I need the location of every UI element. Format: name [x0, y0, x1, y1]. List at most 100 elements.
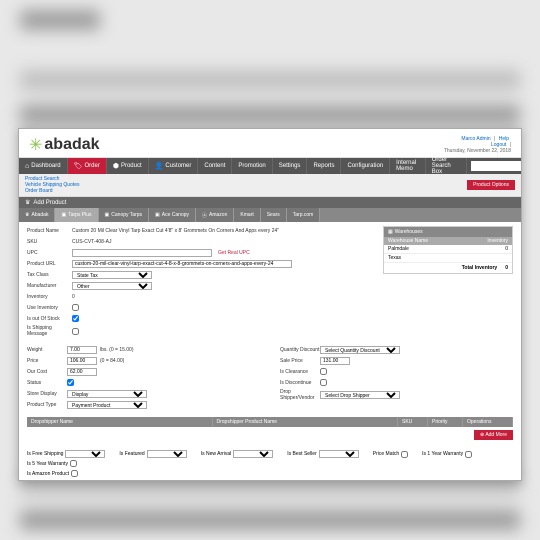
nav-configuration[interactable]: Configuration	[341, 158, 390, 174]
featured-label: Is Featured	[119, 451, 144, 457]
tab-ace-canopy[interactable]: ▣Ace Canopy	[149, 208, 196, 222]
crown-icon: ♛	[25, 199, 30, 206]
mfr-label: Manufacturer	[27, 283, 72, 289]
producttype-select[interactable]: Payment Product	[67, 401, 147, 409]
use-inventory-label: Use Inventory	[27, 305, 72, 311]
pricematch-checkbox[interactable]	[401, 451, 408, 458]
ds-head-product: Dropshipper Product Name	[213, 417, 399, 427]
shipmsg-label: Is Shipping Message	[27, 325, 72, 337]
discontinue-label: Is Discontinue	[280, 380, 320, 386]
order-search-input[interactable]	[471, 161, 521, 171]
store-icon: ▣	[61, 212, 66, 218]
saleprice-input[interactable]	[320, 357, 350, 365]
section-header: ♛ Add Product	[19, 197, 521, 208]
logo-icon: ✳	[29, 135, 42, 155]
nav-product[interactable]: ⬢Product	[107, 158, 149, 174]
main-nav: ⌂Dashboard 🏷Order ⬢Product 👤Customer Con…	[19, 158, 521, 174]
bestseller-select[interactable]	[319, 450, 359, 458]
nav-dashboard[interactable]: ⌂Dashboard	[19, 158, 68, 174]
store-tabs: ♛Abadak ▣Tarps Plus ▣Canopy Tarps ▣Ace C…	[19, 208, 521, 222]
user-icon: 👤	[155, 162, 164, 170]
freeship-label: Is Free Shipping	[27, 451, 63, 457]
mfr-select[interactable]: Other	[72, 282, 152, 290]
breadcrumb: Product Search Vehicle Shipping Quotes O…	[25, 176, 79, 194]
tax-label: Tax Class	[27, 272, 72, 278]
store-icon: ▣	[105, 212, 110, 218]
upc-input[interactable]	[72, 249, 212, 257]
use-inventory-checkbox[interactable]	[72, 304, 79, 311]
status-checkbox[interactable]	[67, 379, 74, 386]
tab-sears[interactable]: Sears	[261, 208, 287, 222]
price-input[interactable]	[67, 357, 97, 365]
product-name-label: Product Name	[27, 228, 72, 234]
dropshipper-select[interactable]: Select Drop Shipper	[320, 391, 400, 399]
tab-tarps-plus[interactable]: ▣Tarps Plus	[55, 208, 98, 222]
producttype-label: Product Type	[27, 402, 67, 408]
newarrival-label: Is New Arrival	[201, 451, 232, 457]
ds-head-ops: Operations	[463, 417, 513, 427]
amazon-icon: ⓐ	[202, 212, 207, 219]
tab-canopy-tarps[interactable]: ▣Canopy Tarps	[99, 208, 150, 222]
tab-tarp-com[interactable]: Tarp.com	[287, 208, 321, 222]
header-meta: Marco Admin | Help Logout | Thursday, No…	[444, 136, 511, 154]
box-icon: ⬢	[113, 162, 119, 170]
wh-row-palmdale: Palmdale0	[384, 245, 512, 254]
form-pricing: Weightlbs. (0 = 15.00) Price(0 = 84.00) …	[19, 343, 521, 413]
wh-row-texas: Texas	[384, 254, 512, 263]
newarrival-select[interactable]	[233, 450, 273, 458]
header: ✳ abadak Marco Admin | Help Logout | Thu…	[19, 129, 521, 158]
product-options-button[interactable]: Product Options	[467, 180, 515, 190]
bestseller-label: Is Best Seller	[287, 451, 316, 457]
weight-label: Weight	[27, 347, 67, 353]
tab-amazon[interactable]: ⓐAmazon	[196, 208, 234, 222]
qtydisc-select[interactable]: Select Quantity Discount	[320, 346, 400, 354]
discontinue-checkbox[interactable]	[320, 379, 327, 386]
wh-total-value: 0	[505, 265, 508, 271]
freeship-select[interactable]	[65, 450, 105, 458]
dropshipper-table: Dropshipper Name Dropshipper Product Nam…	[27, 417, 513, 443]
nav-promotion[interactable]: Promotion	[232, 158, 272, 174]
crown-icon: ♛	[25, 212, 29, 218]
add-more-button[interactable]: ⊕ Add More	[474, 430, 513, 440]
nav-content[interactable]: Content	[198, 158, 232, 174]
featured-select[interactable]	[147, 450, 187, 458]
upc-label: UPC	[27, 250, 72, 256]
cost-input[interactable]	[67, 368, 97, 376]
tax-select[interactable]: State Tax	[72, 271, 152, 279]
get-upc-link[interactable]: Get Real UPC	[218, 250, 250, 256]
nav-customer[interactable]: 👤Customer	[149, 158, 199, 174]
ds-head-sku: SKU	[398, 417, 428, 427]
crumb-order-board[interactable]: Order Board	[25, 188, 53, 194]
inventory-value: 0	[72, 294, 75, 300]
weight-input[interactable]	[67, 346, 97, 354]
nav-reports[interactable]: Reports	[307, 158, 341, 174]
tab-abadak[interactable]: ♛Abadak	[19, 208, 55, 222]
warehouse-icon: ▦	[388, 229, 393, 235]
tag-icon: 🏷	[74, 162, 83, 170]
oos-checkbox[interactable]	[72, 315, 79, 322]
nav-order[interactable]: 🏷Order	[68, 158, 107, 174]
storedisplay-select[interactable]: Display	[67, 390, 147, 398]
saleprice-label: Sale Price	[280, 358, 320, 364]
tab-kmart[interactable]: Kmart	[234, 208, 260, 222]
wh-name-header: Warehouse Name	[384, 237, 472, 245]
warehouses-panel: ▦Warehouses Warehouse NameInventory Palm…	[383, 226, 513, 274]
breadcrumb-bar: Product Search Vehicle Shipping Quotes O…	[19, 174, 521, 197]
url-input[interactable]	[72, 260, 292, 268]
warranty5-checkbox[interactable]	[70, 460, 77, 467]
amazonprod-checkbox[interactable]	[71, 470, 78, 477]
warranty1-checkbox[interactable]	[465, 451, 472, 458]
clearance-checkbox[interactable]	[320, 368, 327, 375]
status-label: Status	[27, 380, 67, 386]
user-link[interactable]: Marco Admin	[461, 136, 490, 142]
nav-memo[interactable]: Internal Memo	[390, 158, 426, 174]
dashboard-icon: ⌂	[25, 163, 29, 170]
shipmsg-checkbox[interactable]	[72, 328, 79, 335]
nav-settings[interactable]: Settings	[273, 158, 308, 174]
url-label: Product URL	[27, 261, 72, 267]
product-name-value: Custom 20 Mil Clear Vinyl Tarp Exact Cut…	[72, 228, 279, 234]
inventory-label: Inventory	[27, 294, 72, 300]
wh-total-label: Total Inventory	[388, 265, 505, 271]
storedisplay-label: Store Display	[27, 391, 67, 397]
cost-label: Our Cost	[27, 369, 67, 375]
